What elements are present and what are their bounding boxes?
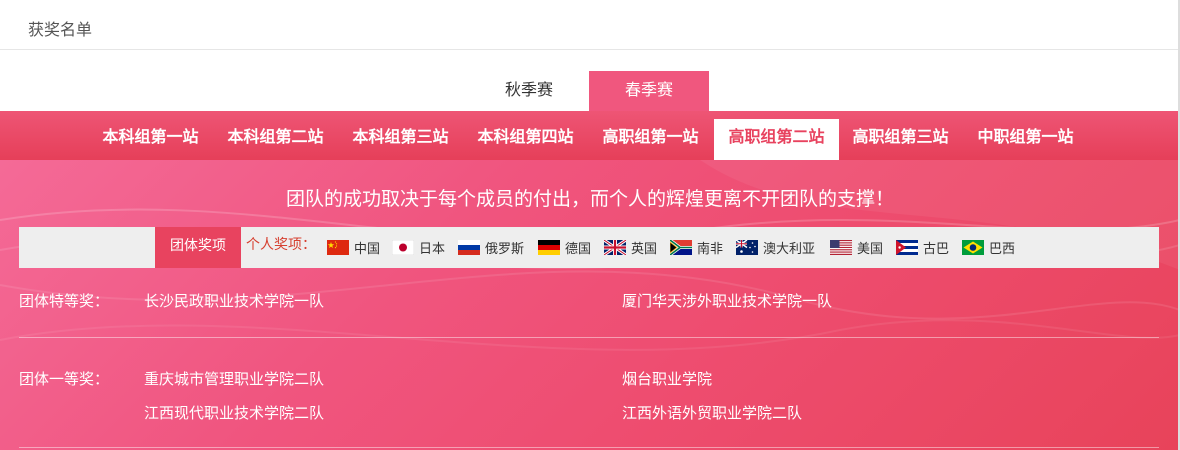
usa-flag-icon: [830, 239, 852, 255]
tab-undergrad-stage-1[interactable]: 本科组第一站: [88, 119, 213, 160]
section-divider: [19, 447, 1159, 448]
country-label: 南非: [697, 241, 724, 257]
country-usa[interactable]: 美国: [830, 236, 883, 258]
team-link[interactable]: 重庆城市管理职业学院二队: [144, 368, 324, 389]
country-germany[interactable]: 德国: [538, 236, 591, 258]
tab-vocational-stage-1[interactable]: 高职组第一站: [588, 119, 713, 160]
uk-flag-icon: [604, 239, 626, 255]
tab-undergrad-stage-4[interactable]: 本科组第四站: [463, 119, 588, 160]
country-japan[interactable]: 日本: [392, 236, 445, 258]
tab-vocational-stage-2[interactable]: 高职组第二站: [714, 119, 839, 160]
team-award-tab[interactable]: 团体奖项: [155, 227, 241, 268]
japan-flag-icon: [392, 239, 414, 255]
award-content: 团队的成功取决于每个成员的付出，而个人的辉煌更离不开团队的支撑！ 团体奖项 个人…: [0, 160, 1180, 450]
tab-undergrad-stage-2[interactable]: 本科组第二站: [213, 119, 338, 160]
country-label: 美国: [857, 241, 884, 257]
country-label: 英国: [631, 241, 658, 257]
china-flag-icon: [327, 239, 349, 255]
tab-autumn-season[interactable]: 秋季赛: [469, 71, 589, 111]
tab-undergrad-stage-3[interactable]: 本科组第三站: [338, 119, 463, 160]
tab-vocational-stage-3[interactable]: 高职组第三站: [838, 119, 963, 160]
page-header: 获奖名单: [0, 0, 1180, 50]
country-china[interactable]: 中国: [327, 236, 380, 258]
stage-tabs: 本科组第一站 本科组第二站 本科组第三站 本科组第四站 高职组第一站 高职组第二…: [0, 111, 1180, 160]
award-type-filter: 团体奖项 个人奖项： 中国 日本 俄罗斯 德国 英国 南非 澳大利亚 美国 古巴…: [19, 227, 1159, 268]
team-link[interactable]: 厦门华天涉外职业技术学院一队: [622, 290, 832, 311]
team-link[interactable]: 江西外语外贸职业学院二队: [622, 402, 802, 423]
page-title: 获奖名单: [28, 20, 93, 39]
country-label: 俄罗斯: [485, 241, 525, 257]
award-level-label: 团体一等奖：: [19, 370, 110, 388]
team-link[interactable]: 江西现代职业技术学院二队: [144, 402, 324, 423]
country-label: 巴西: [989, 241, 1016, 257]
season-tabs: 秋季赛 春季赛: [0, 71, 1180, 111]
individual-award-label: 个人奖项：: [246, 237, 316, 253]
country-australia[interactable]: 澳大利亚: [736, 236, 815, 258]
country-russia[interactable]: 俄罗斯: [458, 236, 524, 258]
germany-flag-icon: [538, 239, 560, 255]
slogan-text: 团队的成功取决于每个成员的付出，而个人的辉煌更离不开团队的支撑！: [285, 188, 894, 210]
country-brazil[interactable]: 巴西: [962, 236, 1015, 258]
team-link[interactable]: 烟台职业学院: [622, 368, 712, 389]
team-link[interactable]: 长沙民政职业技术学院一队: [144, 290, 324, 311]
section-divider: [19, 337, 1159, 338]
country-south-africa[interactable]: 南非: [670, 236, 723, 258]
country-label: 日本: [419, 241, 446, 257]
south-africa-flag-icon: [670, 239, 692, 255]
country-label: 古巴: [923, 241, 950, 257]
country-label: 中国: [354, 241, 381, 257]
tab-spring-season[interactable]: 春季赛: [589, 71, 709, 111]
russia-flag-icon: [458, 239, 480, 255]
country-uk[interactable]: 英国: [604, 236, 657, 258]
australia-flag-icon: [736, 239, 758, 255]
tab-secondary-stage-1[interactable]: 中职组第一站: [963, 119, 1088, 160]
country-label: 澳大利亚: [763, 241, 816, 257]
country-cuba[interactable]: 古巴: [896, 236, 949, 258]
cuba-flag-icon: [896, 239, 918, 255]
country-label: 德国: [565, 241, 592, 257]
award-level-label: 团体特等奖：: [19, 292, 110, 310]
brazil-flag-icon: [962, 239, 984, 255]
